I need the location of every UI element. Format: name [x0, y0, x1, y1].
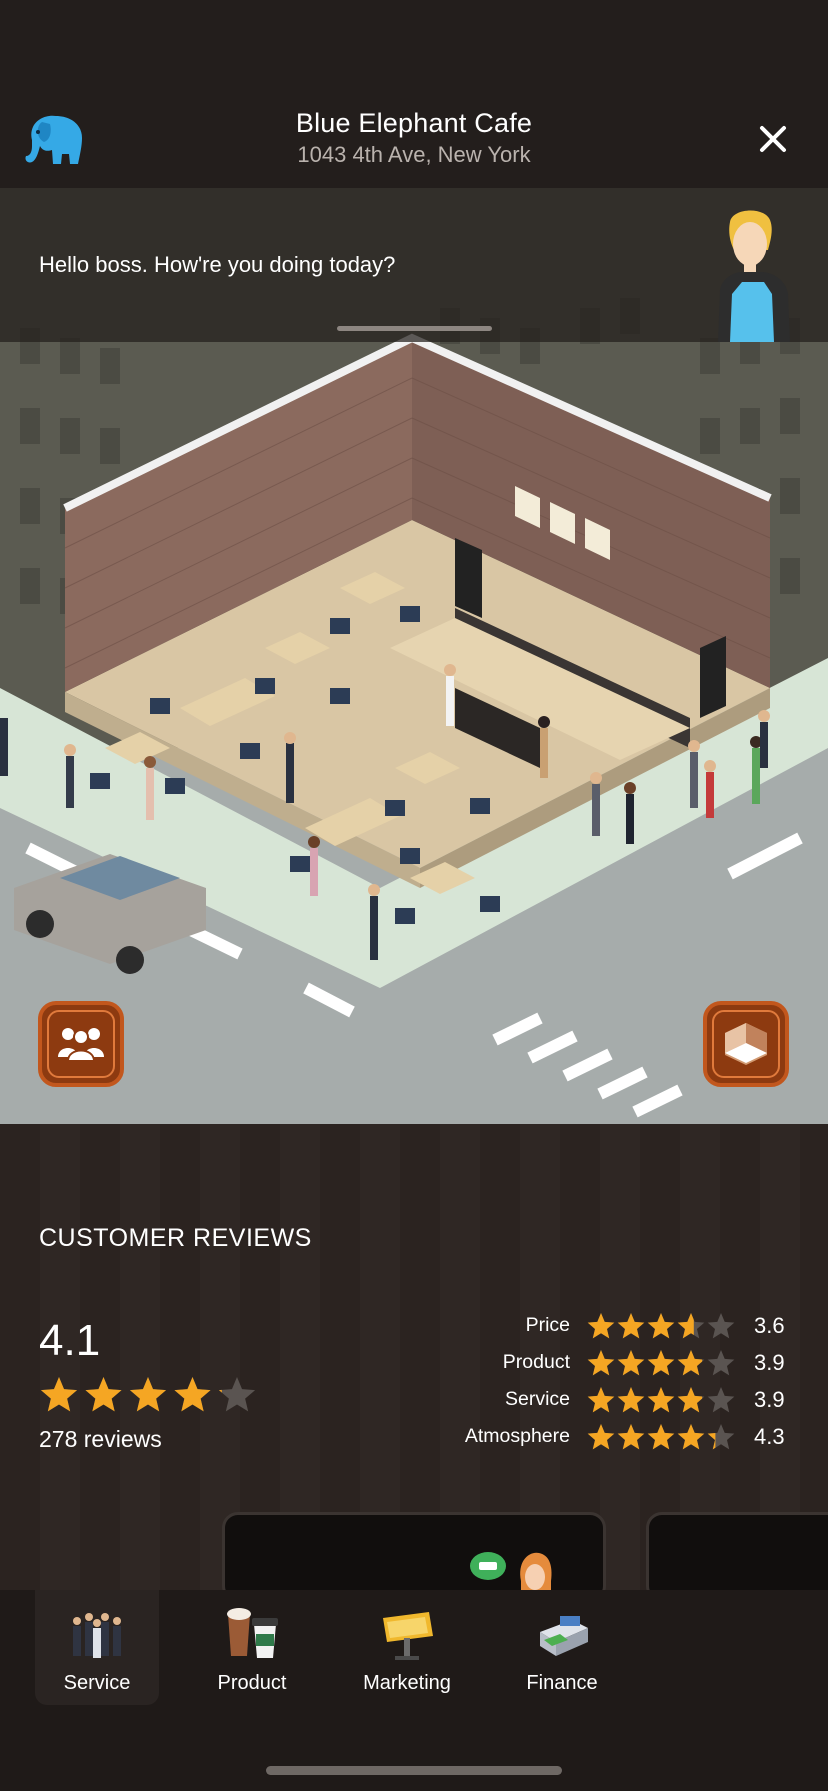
- rating-stars: [587, 1350, 735, 1376]
- review-card[interactable]: [222, 1512, 606, 1603]
- rating-label: Atmosphere: [464, 1425, 570, 1447]
- coffee-cups-icon: [227, 1608, 278, 1658]
- app-header: Blue Elephant Cafe 1043 4th Ave, New Yor…: [0, 0, 828, 188]
- tab-label: Service: [63, 1672, 131, 1694]
- star-empty-icon: [707, 1387, 735, 1413]
- star-filled-icon: [647, 1424, 675, 1450]
- cash-counter-icon: [540, 1616, 588, 1656]
- star-filled-icon: [617, 1313, 645, 1339]
- tab-label: Product: [217, 1672, 287, 1694]
- rating-stars: [587, 1424, 735, 1450]
- star-filled-icon: [647, 1350, 675, 1376]
- rating-row-atmosphere: Atmosphere 4.3: [400, 1423, 800, 1453]
- star-filled-icon: [174, 1377, 211, 1412]
- star-filled-icon: [587, 1313, 615, 1339]
- star-filled-icon: [129, 1377, 167, 1412]
- layout-button[interactable]: [703, 1001, 789, 1087]
- rating-label: Product: [502, 1351, 570, 1373]
- staff-group-icon: [58, 1028, 104, 1062]
- close-icon[interactable]: [756, 122, 790, 156]
- star-filled-icon: [587, 1350, 615, 1376]
- review-card[interactable]: [646, 1512, 828, 1602]
- speech-bubble[interactable]: Hello boss. How're you doing today?: [0, 188, 828, 342]
- star-empty-icon: [707, 1350, 735, 1376]
- review-count: 278 reviews: [39, 1426, 162, 1452]
- tab-product[interactable]: Product: [190, 1590, 314, 1705]
- cafe-address: 1043 4th Ave, New York: [297, 142, 531, 167]
- star-filled-icon: [677, 1350, 703, 1376]
- star-empty-icon: [218, 1377, 256, 1412]
- tab-label: Marketing: [363, 1672, 451, 1694]
- star-filled-icon: [617, 1424, 645, 1450]
- billboard-icon: [383, 1612, 433, 1660]
- tab-service[interactable]: Service: [35, 1590, 159, 1705]
- rating-stars: [587, 1313, 735, 1339]
- star-filled-icon: [647, 1313, 675, 1339]
- overall-rating: 4.1: [39, 1316, 101, 1365]
- star-filled-icon: [40, 1377, 78, 1412]
- drag-handle[interactable]: [337, 326, 492, 331]
- layout-box-icon: [725, 1023, 767, 1065]
- star-filled-icon: [587, 1424, 615, 1450]
- reviews-heading: CUSTOMER REVIEWS: [39, 1224, 312, 1252]
- cafe-name: Blue Elephant Cafe: [295, 108, 533, 138]
- home-indicator: [266, 1766, 562, 1775]
- chat-icon: [470, 1552, 506, 1580]
- star-filled-icon: [617, 1350, 645, 1376]
- rating-label: Price: [525, 1314, 570, 1336]
- rating-value: 3.9: [754, 1387, 785, 1412]
- rating-value: 3.9: [754, 1350, 785, 1375]
- star-filled-icon: [677, 1424, 705, 1450]
- rating-row-price: Price 3.6: [400, 1312, 800, 1342]
- speech-message: Hello boss. How're you doing today?: [39, 252, 396, 277]
- rating-label: Service: [504, 1388, 570, 1410]
- star-empty-icon: [707, 1313, 735, 1339]
- tab-label: Finance: [526, 1672, 598, 1694]
- star-filled-icon: [587, 1387, 615, 1413]
- star-filled-icon: [617, 1387, 645, 1413]
- star-filled-icon: [647, 1387, 675, 1413]
- tab-marketing[interactable]: Marketing: [345, 1590, 469, 1705]
- barista-avatar: [718, 210, 790, 342]
- staff-people-icon: [73, 1613, 121, 1658]
- rating-value: 3.6: [754, 1313, 785, 1338]
- tab-finance[interactable]: Finance: [500, 1590, 624, 1705]
- overall-star-rating: [40, 1377, 256, 1412]
- star-filled-icon: [677, 1387, 703, 1413]
- rating-row-product: Product 3.9: [400, 1349, 800, 1379]
- star-filled-icon: [85, 1377, 122, 1412]
- rating-value: 4.3: [754, 1424, 785, 1449]
- rating-row-service: Service 3.9: [400, 1386, 800, 1416]
- rating-stars: [587, 1387, 735, 1413]
- staff-button[interactable]: [38, 1001, 124, 1087]
- bottom-tab-bar: Service Product Marketing Finance: [0, 1590, 828, 1791]
